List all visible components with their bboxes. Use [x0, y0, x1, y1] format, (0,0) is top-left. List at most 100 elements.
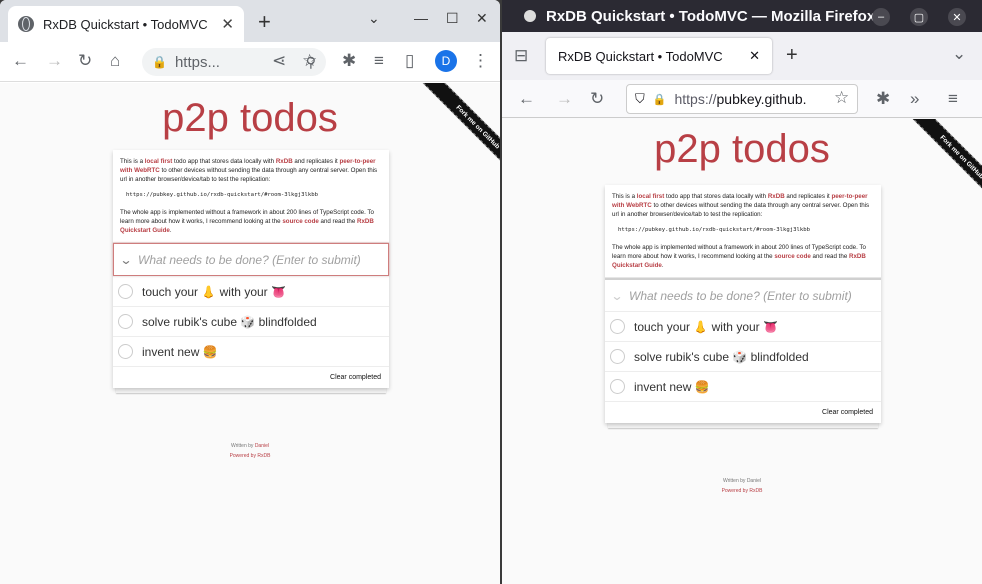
chrome-page: p2p todos Fork me on GitHub This is a lo…: [0, 83, 500, 584]
intro2-text-2: and read the: [810, 253, 849, 261]
intro-text-2: todo app that stores data locally with: [664, 193, 768, 200]
todo-checkbox[interactable]: [610, 319, 625, 335]
room-url: https://pubkey.github.io/rxdb-quickstart…: [618, 226, 810, 233]
chrome-tab-strip: RxDB Quickstart • TodoMVC ✕ + ⌄ — ☐ ✕: [0, 0, 500, 42]
link-source-code[interactable]: source code: [282, 218, 318, 225]
todo-checkbox[interactable]: [118, 284, 133, 300]
side-panel-icon[interactable]: ▯: [405, 51, 414, 71]
toggle-all-icon[interactable]: ⌄: [601, 289, 632, 303]
todo-card: This is a local first todo app that stor…: [110, 150, 389, 389]
todo-label: invent new 🍔: [634, 379, 710, 394]
todo-label: solve rubik's cube 🎲 blindfolded: [634, 349, 809, 364]
bookmark-star-icon[interactable]: ☆: [834, 88, 849, 108]
extensions-icon[interactable]: ✱: [342, 51, 356, 71]
link-rxdb[interactable]: RxDB: [768, 193, 785, 200]
address-bar[interactable]: ⛉ 🔒 https://pubkey.github.: [626, 84, 858, 114]
toggle-all-icon[interactable]: ⌄: [110, 253, 141, 267]
forward-icon[interactable]: →: [46, 51, 63, 71]
new-todo-input[interactable]: [138, 252, 388, 267]
link-source-code[interactable]: source code: [774, 253, 810, 260]
menu-icon[interactable]: ≡: [948, 89, 958, 109]
reload-icon[interactable]: ↻: [78, 51, 92, 71]
link-local-first[interactable]: local first: [145, 158, 173, 165]
menu-icon[interactable]: ⋮: [472, 51, 489, 71]
written-by-label: Written by: [723, 478, 747, 484]
todo-item[interactable]: solve rubik's cube 🎲 blindfolded: [605, 341, 881, 371]
close-window-icon[interactable]: ✕: [476, 10, 488, 27]
firefox-tab-active[interactable]: RxDB Quickstart • TodoMVC ✕: [546, 38, 772, 74]
powered-by-link[interactable]: Powered by RxDB: [722, 488, 763, 494]
link-local-first[interactable]: local first: [637, 193, 665, 200]
chrome-tab-active[interactable]: RxDB Quickstart • TodoMVC ✕: [8, 6, 244, 42]
list-tabs-icon[interactable]: ⌄: [952, 44, 966, 64]
todo-checkbox[interactable]: [610, 379, 625, 395]
todo-item[interactable]: solve rubik's cube 🎲 blindfolded: [113, 306, 389, 336]
todo-label: solve rubik's cube 🎲 blindfolded: [142, 314, 317, 329]
address-bar[interactable]: 🔒 https... ⚲: [142, 48, 326, 76]
intro2-text-3: .: [661, 262, 664, 270]
home-icon[interactable]: ⌂: [110, 51, 120, 71]
media-icon[interactable]: ≡: [374, 51, 384, 71]
new-tab-button[interactable]: +: [258, 9, 271, 35]
chrome-window: RxDB Quickstart • TodoMVC ✕ + ⌄ — ☐ ✕ ← …: [0, 0, 500, 584]
clear-completed-button[interactable]: Clear completed: [330, 374, 381, 381]
firefox-tab-strip: ⊟ RxDB Quickstart • TodoMVC ✕ + ⌄: [502, 32, 982, 80]
clear-completed-button[interactable]: Clear completed: [822, 409, 873, 416]
maximize-icon[interactable]: ☐: [446, 10, 459, 27]
credits: Written by Daniel Powered by RxDB: [502, 477, 982, 496]
close-window-icon[interactable]: ✕: [948, 8, 966, 26]
firefox-page: p2p todos Fork me on GitHub This is a lo…: [502, 119, 982, 584]
new-todo-input[interactable]: [629, 288, 881, 303]
room-url: https://pubkey.github.io/rxdb-quickstart…: [126, 191, 318, 198]
minimize-icon[interactable]: –: [872, 8, 890, 26]
chevron-down-icon[interactable]: ⌄: [368, 10, 380, 27]
close-tab-icon[interactable]: ✕: [221, 15, 234, 33]
lock-icon: 🔒: [152, 55, 167, 69]
new-todo-row: ⌄: [110, 243, 389, 277]
share-icon[interactable]: ⋖: [272, 51, 286, 71]
url-text: https...: [174, 53, 220, 71]
todo-footer: Clear completed: [605, 401, 881, 423]
back-icon[interactable]: ←: [518, 89, 535, 109]
maximize-icon[interactable]: ▢: [910, 8, 928, 26]
todo-item[interactable]: touch your 👃 with your 👅: [605, 311, 881, 341]
intro-text-1: This is a: [612, 193, 637, 200]
todo-item[interactable]: invent new 🍔: [113, 336, 389, 366]
intro-text: This is a local first todo app that stor…: [113, 150, 389, 244]
todo-item[interactable]: invent new 🍔: [605, 371, 881, 401]
author-link[interactable]: Daniel: [255, 443, 269, 449]
todo-item[interactable]: touch your 👃 with your 👅: [113, 276, 389, 306]
close-tab-icon[interactable]: ✕: [749, 48, 760, 64]
intro-text-2: todo app that stores data locally with: [172, 158, 276, 165]
chrome-toolbar: ← → ↻ ⌂ 🔒 https... ⚲ ⋖ ☆ ✱ ≡ ▯ D ⋮: [0, 42, 500, 82]
profile-avatar[interactable]: D: [435, 50, 457, 72]
back-icon[interactable]: ←: [12, 51, 29, 71]
link-rxdb[interactable]: RxDB: [276, 158, 293, 165]
url-host: pubkey.github.: [716, 91, 807, 107]
extensions-icon[interactable]: ✱: [876, 89, 890, 109]
minimize-icon[interactable]: —: [414, 10, 428, 26]
new-tab-button[interactable]: +: [786, 44, 798, 67]
window-menu-icon[interactable]: [524, 10, 536, 22]
todo-card: This is a local first todo app that stor…: [605, 185, 881, 424]
page-title: p2p todos: [654, 127, 830, 171]
todo-checkbox[interactable]: [118, 314, 133, 330]
window-title: RxDB Quickstart • TodoMVC — Mozilla Fire…: [546, 7, 876, 25]
firefox-window: RxDB Quickstart • TodoMVC — Mozilla Fire…: [502, 0, 982, 584]
todo-checkbox[interactable]: [610, 349, 625, 365]
powered-by-link[interactable]: Powered by RxDB: [230, 453, 271, 459]
intro-text-3: and replicates it: [292, 158, 340, 165]
lock-icon: 🔒: [652, 93, 667, 106]
reload-icon[interactable]: ↻: [590, 89, 604, 109]
more-tools-icon[interactable]: »: [910, 89, 919, 109]
todo-footer: Clear completed: [113, 366, 389, 388]
shield-icon[interactable]: ⛉: [635, 91, 645, 107]
todo-checkbox[interactable]: [118, 344, 133, 360]
firefox-navbar: ← → ↻ ⛉ 🔒 https://pubkey.github. ☆ ✱ » ≡: [502, 80, 982, 118]
new-todo-row: ⌄: [605, 278, 881, 311]
globe-icon: [18, 16, 34, 32]
firefox-view-icon[interactable]: ⊟: [514, 46, 528, 66]
forward-icon[interactable]: →: [556, 89, 573, 109]
bookmark-star-icon[interactable]: ☆: [302, 51, 317, 71]
author-link[interactable]: Daniel: [747, 478, 761, 484]
